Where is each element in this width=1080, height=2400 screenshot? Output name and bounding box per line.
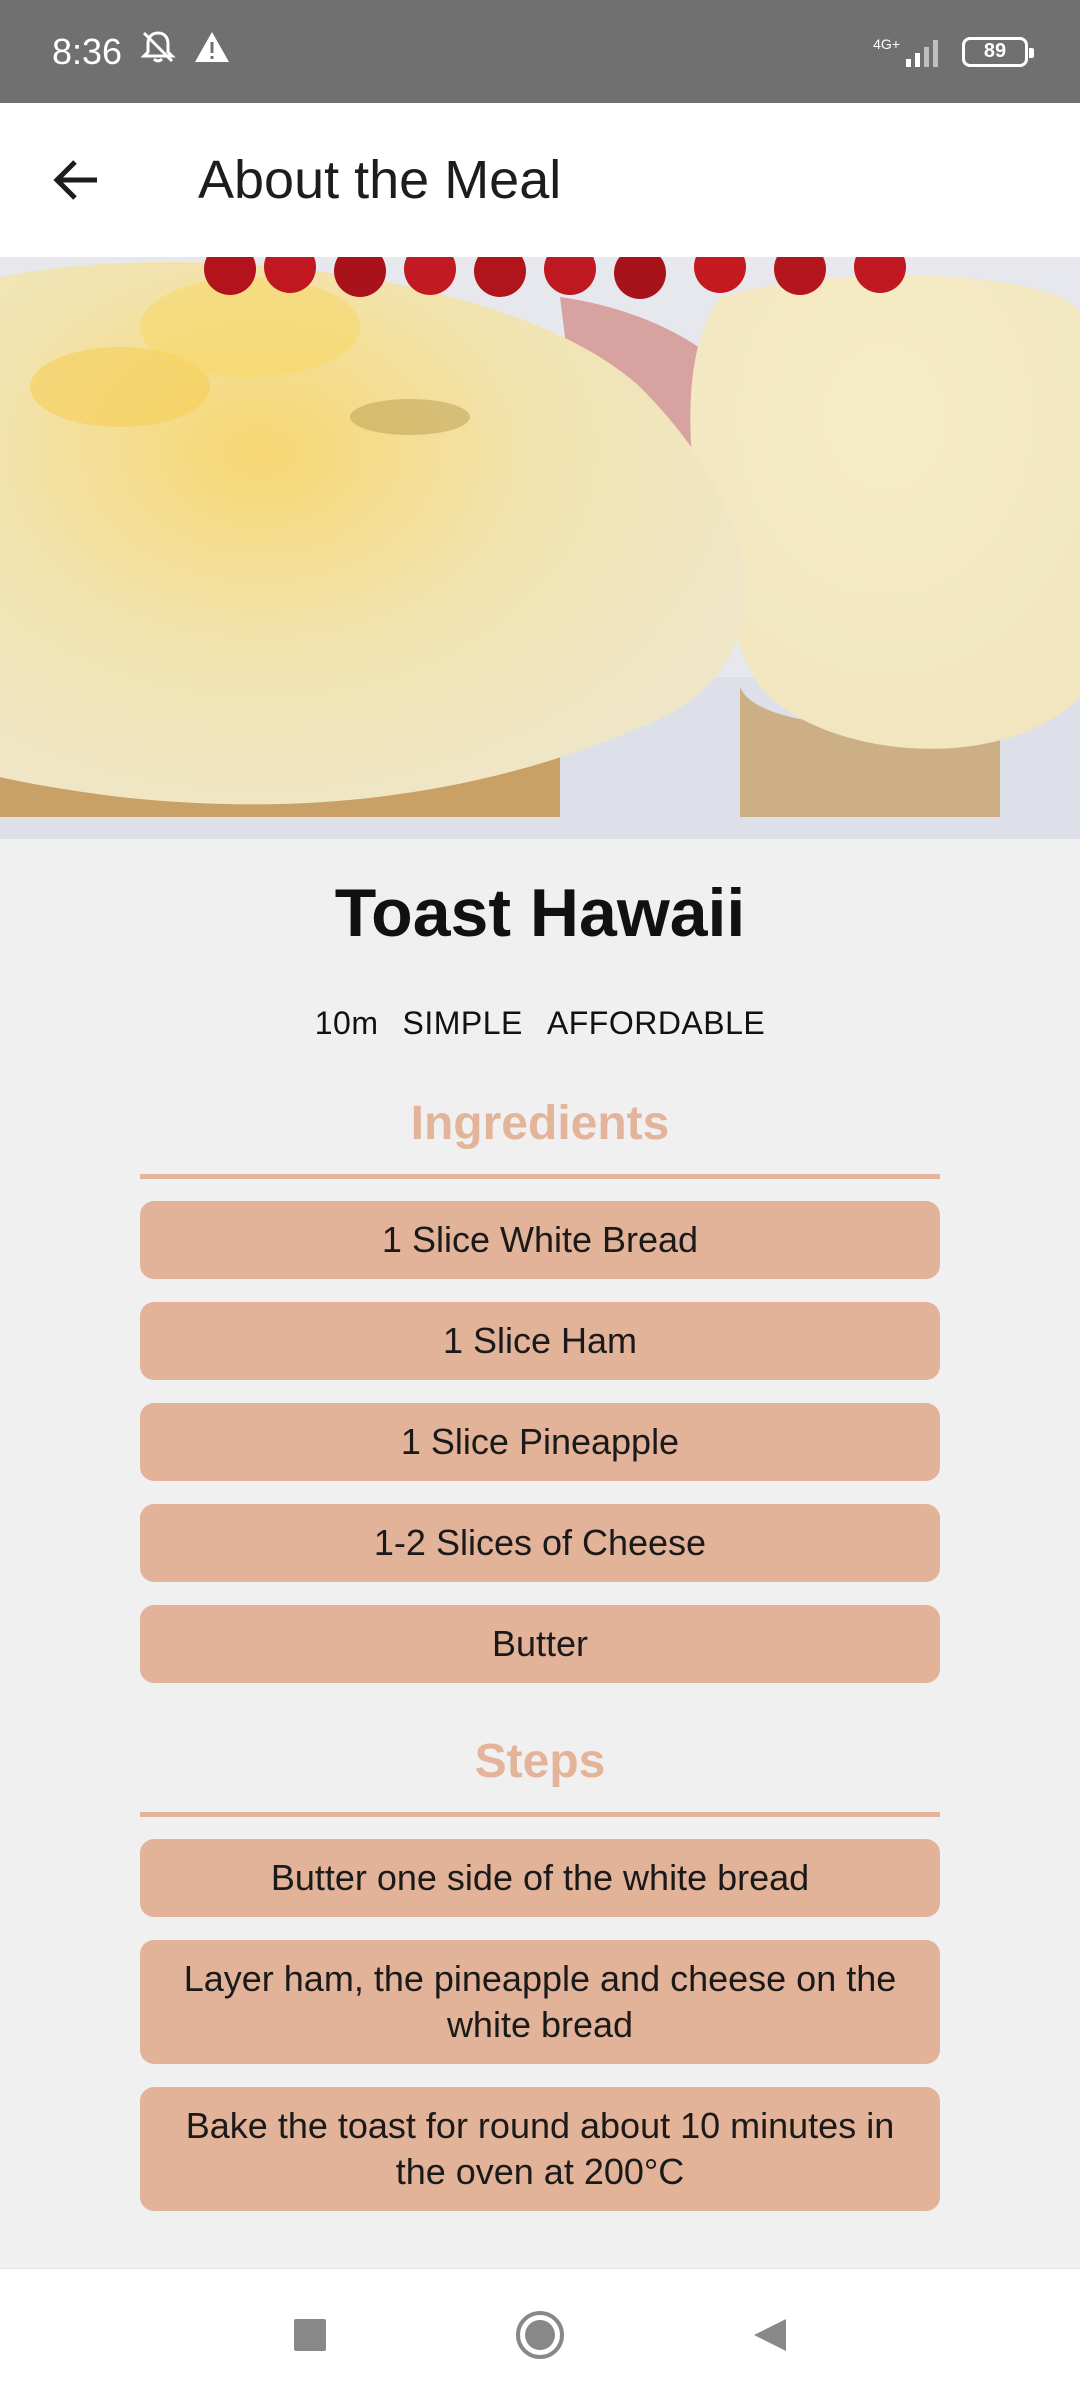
status-right: 4G+ 89 xyxy=(873,36,1034,67)
muted-bell-icon xyxy=(138,27,178,76)
status-bar: 8:36 4G+ 89 xyxy=(0,0,1080,103)
ingredient-item: 1-2 Slices of Cheese xyxy=(140,1504,940,1582)
step-item: Bake the toast for round about 10 minute… xyxy=(140,2087,940,2211)
recents-button[interactable] xyxy=(280,2305,340,2365)
home-button[interactable] xyxy=(510,2305,570,2365)
status-time: 8:36 xyxy=(52,30,123,72)
page-title: About the Meal xyxy=(198,150,562,210)
status-left: 8:36 xyxy=(52,27,230,76)
step-item: Layer ham, the pineapple and cheese on t… xyxy=(140,1940,940,2064)
ingredients-divider xyxy=(140,1174,940,1179)
network-label: 4G+ xyxy=(873,35,900,52)
back-nav-button[interactable] xyxy=(740,2305,800,2365)
meal-details: Toast Hawaii 10m SIMPLE AFFORDABLE Ingre… xyxy=(0,839,1080,2234)
step-item: Butter one side of the white bread xyxy=(140,1839,940,1917)
steps-heading: Steps xyxy=(474,1735,606,1788)
meal-affordability: AFFORDABLE xyxy=(546,1005,766,1041)
back-button[interactable] xyxy=(22,125,132,235)
back-triangle-icon xyxy=(754,2318,786,2351)
recents-square-icon xyxy=(294,2318,326,2351)
steps-divider xyxy=(140,1812,940,1817)
ingredient-item: 1 Slice Ham xyxy=(140,1302,940,1380)
warning-icon xyxy=(194,30,230,73)
meal-duration: 10m xyxy=(314,1005,379,1041)
meal-meta: 10m SIMPLE AFFORDABLE xyxy=(315,1005,766,1042)
ingredient-item: 1 Slice White Bread xyxy=(140,1201,940,1279)
ingredient-item: 1 Slice Pineapple xyxy=(140,1403,940,1481)
home-circle-icon xyxy=(516,2310,564,2359)
signal-icon xyxy=(906,39,938,67)
battery-level: 89 xyxy=(983,40,1007,62)
battery-icon: 89 xyxy=(962,36,1034,67)
meal-complexity: SIMPLE xyxy=(402,1005,523,1041)
ingredient-item: Butter xyxy=(140,1605,940,1683)
meal-image xyxy=(0,257,1080,839)
app-bar: About the Meal xyxy=(0,103,1080,257)
ingredients-heading: Ingredients xyxy=(410,1097,670,1150)
signal-group: 4G+ xyxy=(873,37,944,67)
toast-hawaii-photo xyxy=(0,257,1080,839)
meal-title: Toast Hawaii xyxy=(334,875,746,951)
arrow-left-icon xyxy=(53,160,97,200)
system-nav-bar xyxy=(0,2268,1080,2400)
